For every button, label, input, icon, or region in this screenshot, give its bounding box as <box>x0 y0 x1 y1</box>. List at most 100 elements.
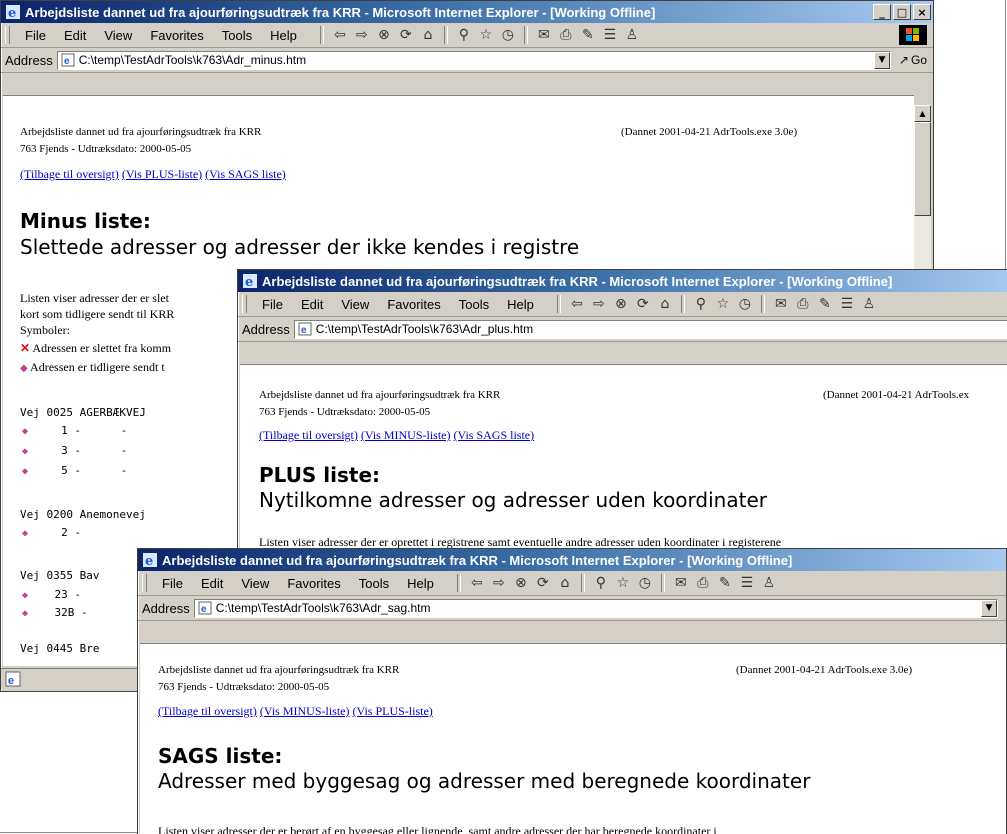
history-icon[interactable]: ◷ <box>737 296 753 312</box>
close-button[interactable]: × <box>913 4 931 20</box>
menu-file[interactable]: File <box>253 297 292 312</box>
title-bar[interactable]: e Arbejdsliste dannet ud fra ajourføring… <box>238 270 1007 292</box>
discuss-icon[interactable]: ☰ <box>602 27 618 43</box>
favorites-icon[interactable]: ☆ <box>478 27 494 43</box>
scroll-up-button[interactable]: ▲ <box>914 105 931 122</box>
menu-help[interactable]: Help <box>498 297 543 312</box>
menu-view[interactable]: View <box>332 297 378 312</box>
page-icon: e <box>298 322 312 336</box>
link-plus-list[interactable]: (Vis PLUS-liste) <box>122 167 202 181</box>
link-back-overview[interactable]: (Tilbage til oversigt) <box>158 704 257 718</box>
edit-icon[interactable]: ✎ <box>817 296 833 312</box>
home-icon[interactable]: ⌂ <box>557 575 573 591</box>
address-row-text: 2 - <box>61 526 82 539</box>
minimize-button[interactable]: _ <box>873 4 891 20</box>
scroll-thumb[interactable] <box>914 122 931 216</box>
mail-icon[interactable]: ✉ <box>773 296 789 312</box>
link-sags-list[interactable]: (Vis SAGS liste) <box>454 428 535 442</box>
standard-toolbar: ⇦ ⇨ ⊗ ⟳ ⌂ ⚲ ☆ ◷ ✉ ⎙ ✎ ☰ ♙ <box>455 574 777 592</box>
link-minus-list[interactable]: (Vis MINUS-liste) <box>260 704 350 718</box>
menu-view[interactable]: View <box>95 28 141 43</box>
diamond-icon: ◆ <box>22 608 29 619</box>
refresh-icon[interactable]: ⟳ <box>398 27 414 43</box>
address-label: Address <box>242 321 290 337</box>
back-icon[interactable]: ⇦ <box>332 27 348 43</box>
address-bar: Address e C:\temp\TestAdrTools\k763\Adr_… <box>138 596 1006 621</box>
title-bar[interactable]: e Arbejdsliste dannet ud fra ajourføring… <box>138 549 1006 571</box>
ie-logo-icon: e <box>6 5 20 20</box>
search-icon[interactable]: ⚲ <box>593 575 609 591</box>
edit-icon[interactable]: ✎ <box>580 27 596 43</box>
menu-view[interactable]: View <box>232 576 278 591</box>
title-bar[interactable]: e Arbejdsliste dannet ud fra ajourføring… <box>1 1 933 23</box>
link-back-overview[interactable]: (Tilbage til oversigt) <box>259 428 358 442</box>
menu-edit[interactable]: Edit <box>292 297 332 312</box>
link-sags-list[interactable]: (Vis SAGS liste) <box>205 167 286 181</box>
back-icon[interactable]: ⇦ <box>469 575 485 591</box>
menu-edit[interactable]: Edit <box>192 576 232 591</box>
diamond-icon: ◆ <box>22 466 29 477</box>
messenger-icon[interactable]: ♙ <box>861 296 877 312</box>
print-icon[interactable]: ⎙ <box>558 27 574 43</box>
address-input[interactable]: e C:\temp\TestAdrTools\k763\Adr_plus.htm <box>293 319 1007 339</box>
toolbar-grip[interactable] <box>142 574 147 592</box>
menu-favorites[interactable]: Favorites <box>378 297 449 312</box>
toolbar-grip[interactable] <box>5 26 10 44</box>
menu-edit[interactable]: Edit <box>55 28 95 43</box>
back-icon[interactable]: ⇦ <box>569 296 585 312</box>
symbols-label: Symboler: <box>20 323 70 337</box>
toolbar-grip[interactable] <box>242 295 247 313</box>
menu-favorites[interactable]: Favorites <box>141 28 212 43</box>
menu-help[interactable]: Help <box>398 576 443 591</box>
favorites-icon[interactable]: ☆ <box>715 296 731 312</box>
history-icon[interactable]: ◷ <box>637 575 653 591</box>
address-value: C:\temp\TestAdrTools\k763\Adr_sag.htm <box>215 601 431 615</box>
link-minus-list[interactable]: (Vis MINUS-liste) <box>361 428 451 442</box>
home-icon[interactable]: ⌂ <box>657 296 673 312</box>
address-dropdown-button[interactable]: ▼ <box>981 599 997 617</box>
search-icon[interactable]: ⚲ <box>456 27 472 43</box>
refresh-icon[interactable]: ⟳ <box>635 296 651 312</box>
link-back-overview[interactable]: (Tilbage til oversigt) <box>20 167 119 181</box>
stop-icon[interactable]: ⊗ <box>376 27 392 43</box>
menu-bar: File Edit View Favorites Tools Help ⇦ ⇨ … <box>1 23 933 48</box>
menu-tools[interactable]: Tools <box>350 576 398 591</box>
discuss-icon[interactable]: ☰ <box>839 296 855 312</box>
menu-tools[interactable]: Tools <box>213 28 261 43</box>
menu-help[interactable]: Help <box>261 28 306 43</box>
forward-icon[interactable]: ⇨ <box>491 575 507 591</box>
address-input[interactable]: e C:\temp\TestAdrTools\k763\Adr_sag.htm … <box>193 598 998 618</box>
print-icon[interactable]: ⎙ <box>695 575 711 591</box>
address-dropdown-button[interactable]: ▼ <box>873 51 890 69</box>
favorites-icon[interactable]: ☆ <box>615 575 631 591</box>
page-icon: e <box>198 601 212 615</box>
address-input[interactable]: e C:\temp\TestAdrTools\k763\Adr_minus.ht… <box>56 50 891 70</box>
go-button[interactable]: ↗ Go <box>891 53 933 67</box>
browser-window-plus: e Arbejdsliste dannet ud fra ajourføring… <box>237 269 1007 569</box>
discuss-icon[interactable]: ☰ <box>739 575 755 591</box>
svg-text:e: e <box>201 604 207 615</box>
maximize-button[interactable]: □ <box>893 4 911 20</box>
stop-icon[interactable]: ⊗ <box>513 575 529 591</box>
menu-favorites[interactable]: Favorites <box>278 576 349 591</box>
header-right: (Dannet 2001-04-21 AdrTools.exe 3.0e) <box>736 664 913 676</box>
stop-icon[interactable]: ⊗ <box>613 296 629 312</box>
forward-icon[interactable]: ⇨ <box>354 27 370 43</box>
menu-file[interactable]: File <box>153 576 192 591</box>
menu-file[interactable]: File <box>16 28 55 43</box>
edit-icon[interactable]: ✎ <box>717 575 733 591</box>
mail-icon[interactable]: ✉ <box>673 575 689 591</box>
messenger-icon[interactable]: ♙ <box>761 575 777 591</box>
messenger-icon[interactable]: ♙ <box>624 27 640 43</box>
search-icon[interactable]: ⚲ <box>693 296 709 312</box>
refresh-icon[interactable]: ⟳ <box>535 575 551 591</box>
print-icon[interactable]: ⎙ <box>795 296 811 312</box>
mail-icon[interactable]: ✉ <box>536 27 552 43</box>
menu-tools[interactable]: Tools <box>450 297 498 312</box>
history-icon[interactable]: ◷ <box>500 27 516 43</box>
home-icon[interactable]: ⌂ <box>420 27 436 43</box>
forward-icon[interactable]: ⇨ <box>591 296 607 312</box>
link-plus-list[interactable]: (Vis PLUS-liste) <box>353 704 433 718</box>
header-right: (Dannet 2001-04-21 AdrTools.ex <box>823 389 970 401</box>
address-row-text: 3 - - <box>61 444 128 457</box>
